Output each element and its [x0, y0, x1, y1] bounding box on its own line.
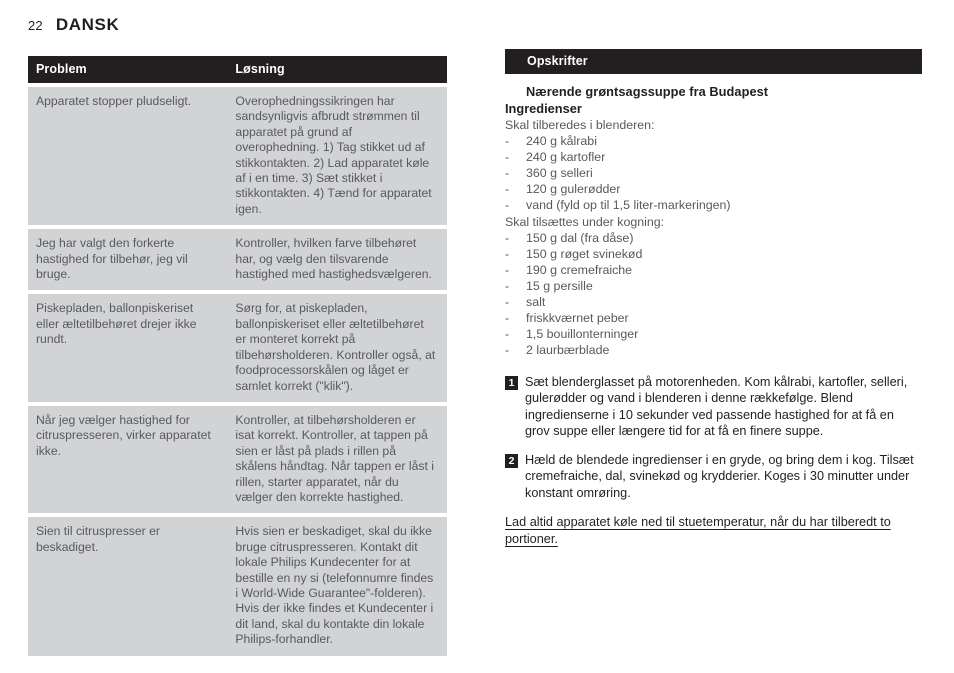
cell-problem: Piskepladen, ballonpiskeriset eller ælte…: [28, 294, 228, 402]
bullet-dash-icon: -: [505, 231, 510, 245]
ingredient-list: - 240 g kålrabi - 240 g kartofler - 360 …: [505, 133, 922, 213]
list-item: - 15 g persille: [505, 278, 922, 294]
ingredient-text: 2 laurbærblade: [526, 343, 610, 357]
cell-solution: Overophedningssikringen har sandsynligvi…: [227, 87, 447, 226]
list-item: - 2 laurbærblade: [505, 342, 922, 358]
bullet-dash-icon: -: [505, 150, 510, 164]
bullet-dash-icon: -: [505, 166, 510, 180]
step-text: Sæt blenderglasset på motorenheden. Kom …: [525, 375, 908, 438]
ingredient-text: 120 g gulerødder: [526, 182, 621, 196]
recipe-step: 2 Hæld de blendede ingredienser i en gry…: [505, 452, 922, 501]
column-header-problem: Problem: [28, 56, 228, 83]
bullet-dash-icon: -: [505, 263, 510, 277]
recipe-footnote: Lad altid apparatet køle ned til stuetem…: [505, 515, 891, 547]
bullet-dash-icon: -: [505, 295, 510, 309]
section-title-recipes: Opskrifter: [505, 49, 922, 74]
list-item: - 360 g selleri: [505, 165, 922, 181]
ingredient-text: 150 g dal (fra dåse): [526, 231, 634, 245]
list-item: - vand (fyld op til 1,5 liter-markeringe…: [505, 197, 922, 213]
step-number-badge: 2: [505, 454, 518, 469]
list-item: - salt: [505, 294, 922, 310]
list-item: - 150 g røget svinekød: [505, 246, 922, 262]
ingredient-group-label: Skal tilsættes under kogning:: [505, 215, 665, 229]
ingredient-text: salt: [526, 295, 546, 309]
cell-solution: Sørg for, at piskepladen, ballonpiskeris…: [227, 294, 447, 402]
ingredient-text: 15 g persille: [526, 279, 593, 293]
cell-problem: Sien til citruspresser er beskadiget.: [28, 517, 228, 656]
cell-problem: Når jeg vælger hastighed for citruspress…: [28, 405, 228, 514]
bullet-dash-icon: -: [505, 311, 510, 325]
list-item: - 190 g cremefraiche: [505, 262, 922, 278]
bullet-dash-icon: -: [505, 198, 510, 212]
list-item: - 240 g kartofler: [505, 149, 922, 165]
bullet-dash-icon: -: [505, 182, 510, 196]
recipes-section: Opskrifter Nærende grøntsagssuppe fra Bu…: [505, 49, 922, 548]
table-row: Piskepladen, ballonpiskeriset eller ælte…: [28, 294, 447, 402]
cell-solution: Kontroller, at tilbehørsholderen er isat…: [227, 405, 447, 514]
list-item: - 150 g dal (fra dåse): [505, 230, 922, 246]
table-row: Jeg har valgt den forkerte hastighed for…: [28, 229, 447, 291]
page-header: 22 DANSK: [28, 15, 119, 35]
list-item: - 240 g kålrabi: [505, 133, 922, 149]
ingredient-text: friskkværnet peber: [526, 311, 629, 325]
step-number-badge: 1: [505, 376, 518, 390]
table-row: Apparatet stopper pludseligt. Overophedn…: [28, 87, 447, 226]
ingredient-text: vand (fyld op til 1,5 liter-markeringen): [526, 198, 731, 212]
ingredient-list: - 150 g dal (fra dåse) - 150 g røget svi…: [505, 230, 922, 358]
ingredient-group-label: Skal tilberedes i blenderen:: [505, 118, 655, 132]
bullet-dash-icon: -: [505, 134, 510, 148]
ingredient-text: 1,5 bouillonterninger: [526, 327, 639, 341]
cell-problem: Apparatet stopper pludseligt.: [28, 87, 228, 226]
table-header-row: Problem Løsning: [28, 56, 447, 83]
cell-problem: Jeg har valgt den forkerte hastighed for…: [28, 229, 228, 291]
recipe-steps: 1 Sæt blenderglasset på motorenheden. Ko…: [505, 374, 922, 501]
troubleshooting-table: Problem Løsning Apparatet stopper pludse…: [28, 52, 447, 660]
list-item: - 120 g gulerødder: [505, 181, 922, 197]
ingredient-text: 240 g kålrabi: [526, 134, 597, 148]
language-title: DANSK: [55, 15, 120, 34]
ingredient-text: 240 g kartofler: [526, 150, 606, 164]
document-page: 22 DANSK Problem Løsning Apparatet stopp…: [0, 0, 954, 673]
bullet-dash-icon: -: [505, 247, 510, 261]
recipe-title: Nærende grøntsagssuppe fra Budapest: [526, 84, 769, 99]
ingredient-text: 190 g cremefraiche: [526, 263, 633, 277]
cell-solution: Kontroller, hvilken farve tilbehøret har…: [227, 229, 447, 291]
list-item: - 1,5 bouillonterninger: [505, 326, 922, 342]
troubleshooting-section: Problem Løsning Apparatet stopper pludse…: [28, 52, 447, 660]
list-item: - friskkværnet peber: [505, 310, 922, 326]
recipe-step: 1 Sæt blenderglasset på motorenheden. Ko…: [505, 374, 922, 439]
page-number: 22: [28, 18, 43, 33]
table-row: Når jeg vælger hastighed for citruspress…: [28, 405, 447, 514]
bullet-dash-icon: -: [505, 279, 510, 293]
bullet-dash-icon: -: [505, 343, 510, 357]
table-row: Sien til citruspresser er beskadiget. Hv…: [28, 517, 447, 656]
ingredients-heading: Ingredienser: [505, 101, 582, 116]
cell-solution: Hvis sien er beskadiget, skal du ikke br…: [227, 517, 447, 656]
ingredient-text: 360 g selleri: [526, 166, 593, 180]
ingredient-text: 150 g røget svinekød: [526, 247, 643, 261]
bullet-dash-icon: -: [505, 327, 510, 341]
column-header-solution: Løsning: [227, 56, 447, 83]
step-text: Hæld de blendede ingredienser i en gryde…: [525, 453, 914, 500]
